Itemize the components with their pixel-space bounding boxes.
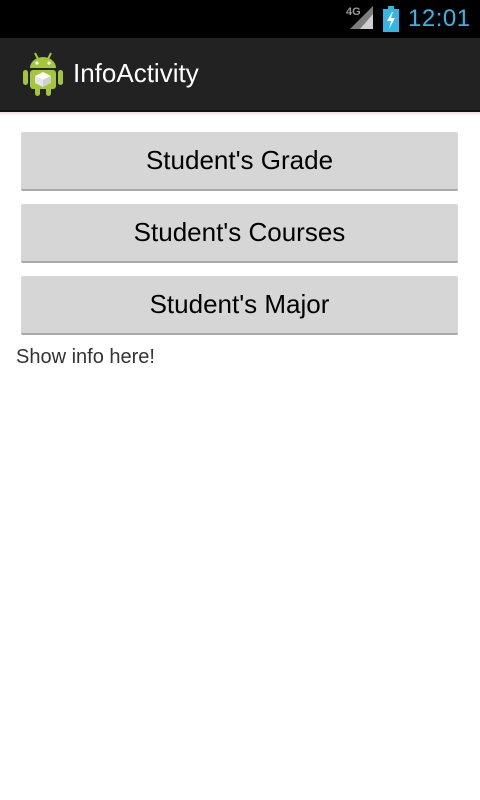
signal-icon xyxy=(350,6,373,29)
screen: 4G 12:01 InfoActivity Student's Grade St… xyxy=(0,0,480,800)
students-grade-button[interactable]: Student's Grade xyxy=(21,132,458,191)
students-major-button[interactable]: Student's Major xyxy=(21,276,458,335)
battery-charging-icon xyxy=(383,6,399,32)
clock: 12:01 xyxy=(408,5,471,32)
status-bar: 4G 12:01 xyxy=(0,0,480,38)
action-bar: InfoActivity xyxy=(0,38,480,112)
app-title: InfoActivity xyxy=(73,58,199,88)
action-bar-shadow xyxy=(0,112,480,116)
android-app-icon[interactable] xyxy=(22,51,64,97)
students-courses-button[interactable]: Student's Courses xyxy=(21,204,458,263)
info-output-text: Show info here! xyxy=(16,346,155,368)
battery-status xyxy=(382,6,400,32)
network-status: 4G xyxy=(346,6,374,30)
